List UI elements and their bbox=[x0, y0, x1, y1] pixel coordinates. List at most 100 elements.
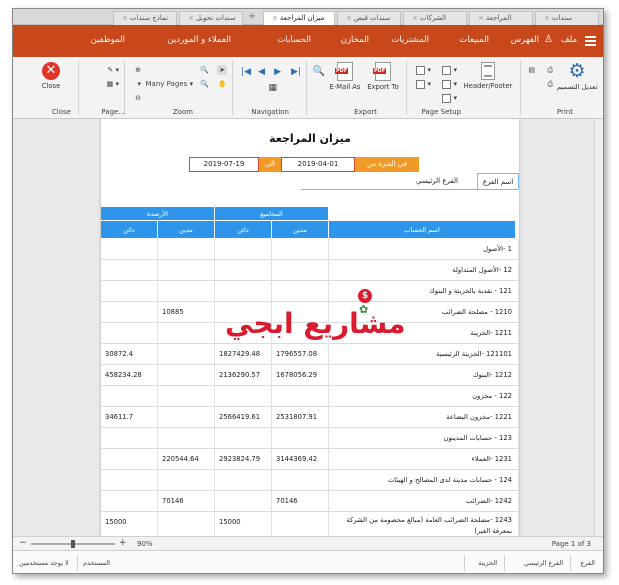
page-color-icon[interactable]: ▾ bbox=[416, 79, 431, 89]
balance-credit-cell bbox=[101, 491, 158, 512]
quick-print-icon[interactable]: ⎙ bbox=[547, 79, 553, 89]
table-row: 1 -الأصول bbox=[101, 239, 519, 260]
menu-sales[interactable]: المبيعات bbox=[459, 35, 489, 45]
window-tab[interactable]: × الشركات bbox=[403, 11, 467, 25]
menu-customers-suppliers[interactable]: العملاء و الموردين bbox=[167, 35, 231, 45]
menu-stores[interactable]: المخازن bbox=[341, 35, 369, 45]
totals-credit-cell bbox=[215, 470, 272, 491]
window-tab-active[interactable]: × ميزان المراجعة bbox=[263, 11, 335, 25]
to-label: الى bbox=[259, 157, 281, 172]
report-page: ميزان المراجعة في الفترة من 2019-04-01 ا… bbox=[101, 119, 519, 536]
close-preview-button[interactable]: ✕ Close bbox=[31, 62, 71, 90]
group-page-setup: Page Setup bbox=[421, 108, 461, 116]
table-row: 122 - مخزون bbox=[101, 386, 519, 407]
scale-icon[interactable]: ▾ bbox=[416, 65, 431, 75]
window-tab[interactable]: × نماذج سندات bbox=[113, 11, 177, 25]
last-page-icon[interactable]: ▶| bbox=[291, 67, 301, 77]
size-icon[interactable]: ▾ bbox=[442, 93, 457, 103]
zoom-in-button[interactable]: + bbox=[119, 538, 127, 548]
menu-accounts[interactable]: الحسابات bbox=[277, 35, 311, 45]
tab-close-icon[interactable]: × bbox=[412, 14, 418, 22]
header-footer-icon bbox=[481, 62, 495, 80]
many-pages-dropdown[interactable]: Many Pages ▾ bbox=[146, 79, 193, 89]
watermark-text: مشاريع ابجي bbox=[225, 307, 406, 340]
group-print: Print bbox=[556, 108, 573, 116]
tab-close-icon[interactable]: × bbox=[544, 14, 550, 22]
close-label: Close bbox=[41, 82, 61, 90]
group-zoom: Zoom bbox=[172, 108, 193, 116]
add-tab-icon[interactable]: + bbox=[245, 11, 259, 24]
balance-credit-cell bbox=[101, 323, 158, 344]
page-background-icon[interactable]: ✎ ▾ bbox=[107, 65, 119, 75]
scroll-page-icon[interactable]: ▦ bbox=[268, 83, 277, 93]
tab-close-icon[interactable]: × bbox=[346, 14, 352, 22]
header-totals-debit: مدين bbox=[272, 221, 329, 239]
balance-debit-cell bbox=[158, 407, 215, 428]
totals-debit-cell bbox=[272, 386, 329, 407]
zoom-dropdown-icon[interactable]: ▾ bbox=[137, 79, 141, 89]
ribbon-divider bbox=[232, 61, 233, 115]
ribbon-divider bbox=[124, 61, 125, 115]
status-divider bbox=[570, 556, 571, 571]
status-treasury: الخزينة bbox=[478, 559, 497, 567]
table-row: 123 - حسابات المدينون bbox=[101, 428, 519, 449]
pointer-tool-icon[interactable]: ➤ bbox=[217, 65, 227, 75]
close-icon: ✕ bbox=[42, 62, 60, 80]
next-page-icon[interactable]: ▶ bbox=[274, 67, 281, 77]
find-icon[interactable]: 🔍 bbox=[313, 67, 325, 77]
header-balance-debit: مدين bbox=[158, 221, 215, 239]
balance-debit-cell: 10885 bbox=[158, 302, 215, 323]
totals-credit-cell bbox=[215, 428, 272, 449]
zoom-out-button[interactable]: − bbox=[19, 538, 27, 548]
tab-close-icon[interactable]: × bbox=[478, 14, 484, 22]
orientation-icon[interactable]: ▾ bbox=[442, 79, 457, 89]
branch-underline bbox=[301, 189, 518, 190]
email-as-button[interactable]: E-Mail As bbox=[327, 62, 363, 91]
report-title: ميزان المراجعة bbox=[269, 132, 351, 145]
zoom-out-tool-icon[interactable]: 🔍 bbox=[200, 79, 209, 89]
tab-close-icon[interactable]: × bbox=[188, 14, 194, 22]
header-footer-button[interactable]: Header/Footer bbox=[463, 62, 513, 90]
menu-file[interactable]: ملف bbox=[561, 35, 577, 45]
totals-debit-cell bbox=[272, 281, 329, 302]
menu-employees[interactable]: الموظفين bbox=[91, 35, 125, 45]
menu-purchases[interactable]: المشتريات bbox=[391, 35, 429, 45]
window-tab[interactable]: × سندات تحويل bbox=[179, 11, 243, 25]
status-branch-label: الفرع bbox=[580, 559, 595, 567]
vertical-scrollbar[interactable] bbox=[594, 119, 603, 536]
ribbon-divider bbox=[306, 61, 307, 115]
edit-design-label: تعديل التصميم bbox=[557, 83, 598, 91]
window-tab[interactable]: × سندات قبض bbox=[337, 11, 401, 25]
window-tab[interactable]: × المراجعة bbox=[469, 11, 533, 25]
zoom-out-icon[interactable]: ⊖ bbox=[135, 93, 141, 103]
export-to-button[interactable]: Export To bbox=[365, 62, 401, 91]
watermark-icon[interactable]: ▦ ▾ bbox=[107, 79, 119, 89]
totals-debit-cell: 2531807.91 bbox=[272, 407, 329, 428]
tab-close-icon[interactable]: × bbox=[122, 14, 128, 22]
table-row: 70146 70146 1242 -الضرائب bbox=[101, 491, 519, 512]
status-divider bbox=[77, 556, 78, 571]
zoom-slider-thumb[interactable] bbox=[71, 540, 75, 548]
print-options-icon[interactable]: ▤ bbox=[528, 65, 535, 75]
zoom-in-tool-icon[interactable]: 🔍 bbox=[200, 65, 209, 75]
status-branch-value: الفرع الرئيسي bbox=[524, 559, 563, 567]
email-as-label: E-Mail As bbox=[329, 83, 361, 91]
edit-design-button[interactable]: ⚙ تعديل التصميم bbox=[557, 62, 598, 92]
first-page-icon[interactable]: |◀ bbox=[241, 67, 251, 77]
zoom-in-icon[interactable]: ⊕ bbox=[135, 65, 141, 75]
previous-page-icon[interactable]: ◀ bbox=[258, 67, 265, 77]
export-to-label: Export To bbox=[367, 83, 399, 91]
user-icon: ♙ bbox=[544, 34, 553, 45]
branch-value: الفرع الرئيسي bbox=[416, 177, 458, 185]
balance-debit-cell bbox=[158, 239, 215, 260]
header-balance: الأرصدة bbox=[101, 207, 215, 221]
print-icon[interactable]: ⎙ bbox=[547, 65, 553, 75]
hamburger-menu-icon[interactable] bbox=[585, 36, 596, 48]
margins-icon[interactable]: ▾ bbox=[442, 65, 457, 75]
window-tab[interactable]: × سندات bbox=[535, 11, 599, 25]
menu-index[interactable]: الفهرس bbox=[511, 35, 539, 45]
tab-close-icon[interactable]: × bbox=[272, 14, 278, 22]
balance-debit-cell bbox=[158, 260, 215, 281]
hand-tool-icon[interactable]: ✋ bbox=[218, 79, 227, 89]
print-preview-ribbon: ⚙ تعديل التصميم ⎙ ⎙ ▤ Print Header/Foote… bbox=[13, 57, 603, 119]
